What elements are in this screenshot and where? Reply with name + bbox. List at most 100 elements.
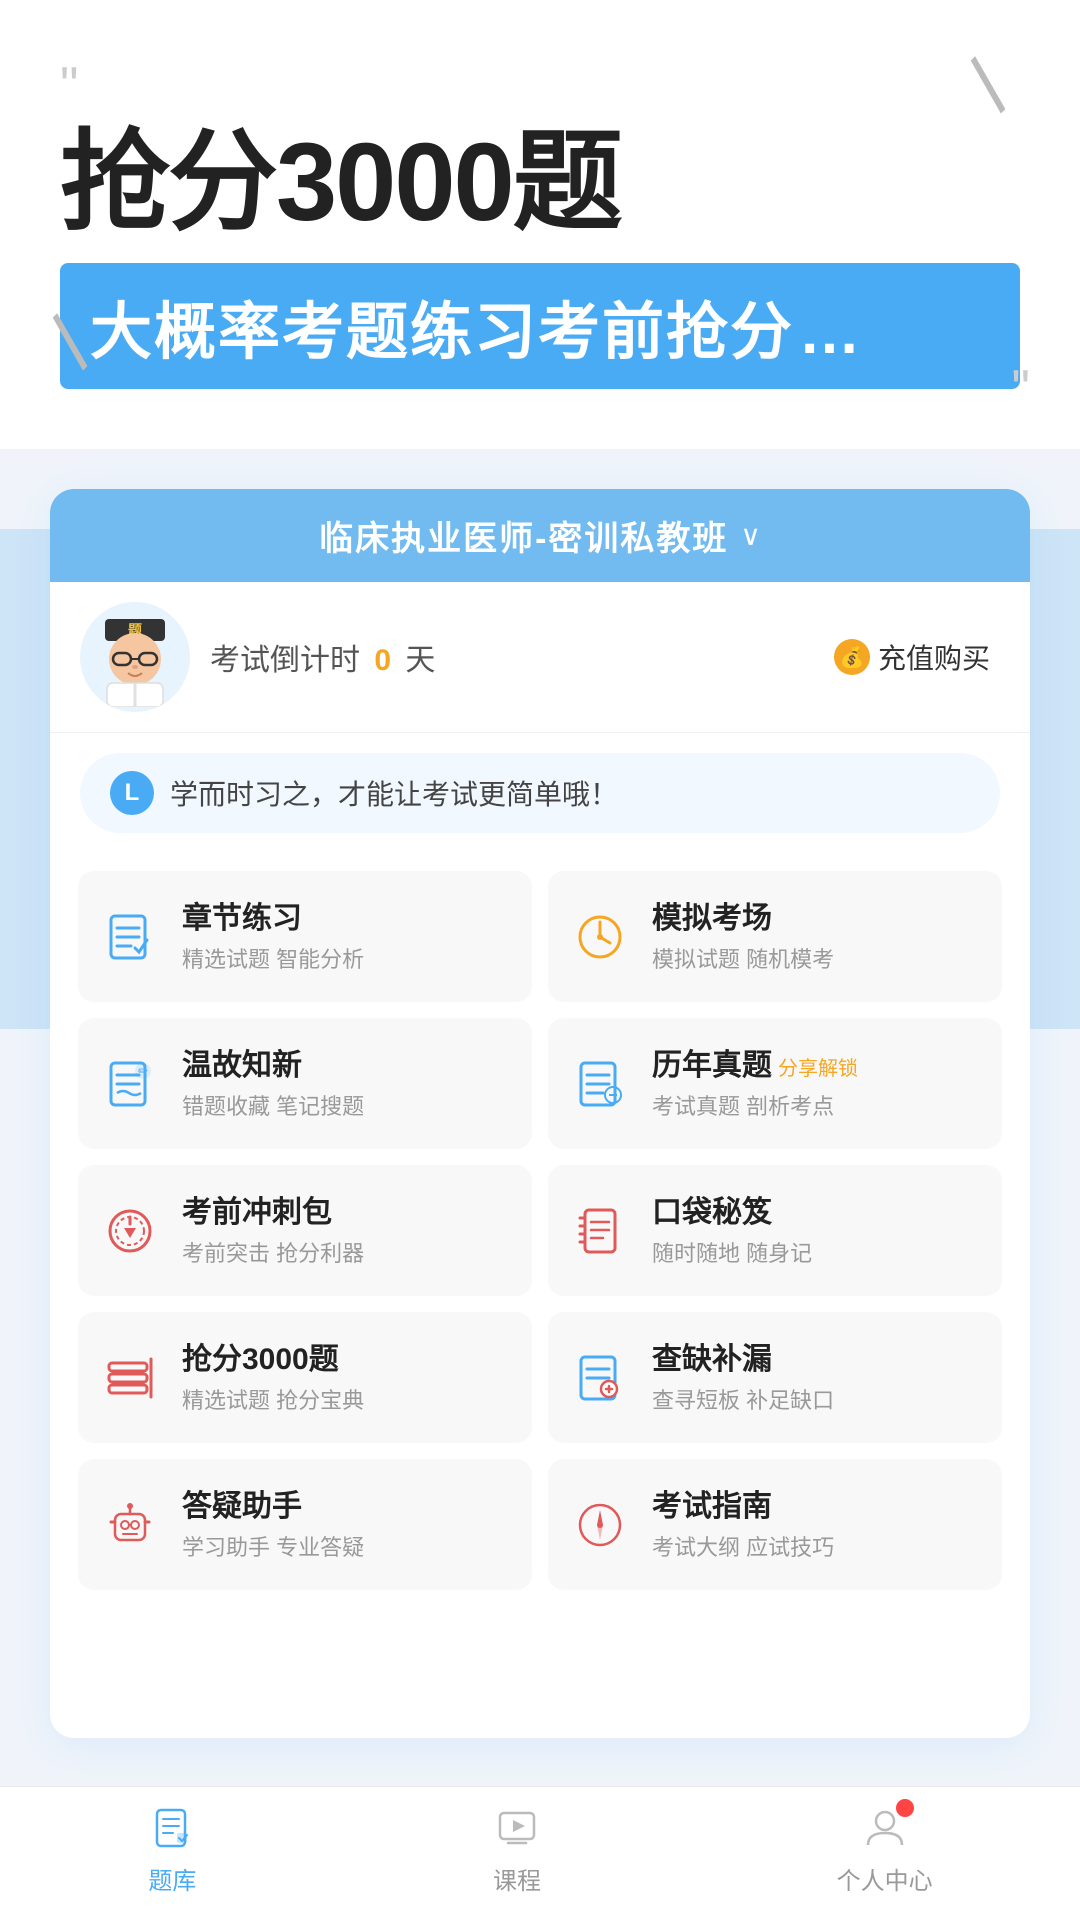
chapter-practice-icon — [103, 910, 157, 964]
mock-icon-wrap — [568, 905, 632, 969]
gaps-icon-wrap — [568, 1346, 632, 1410]
quote-bottom-icon: " — [1012, 359, 1030, 419]
history-exam-icon — [573, 1057, 627, 1111]
menu-item-qa[interactable]: 答疑助手 学习助手 专业答疑 — [78, 1459, 532, 1590]
review-icon-wrap: ✏ — [98, 1052, 162, 1116]
mock-desc: 模拟试题 随机模考 — [652, 942, 834, 974]
sprint-title: 考前冲刺包 — [182, 1193, 364, 1232]
guide-text: 考试指南 考试大纲 应试技巧 — [652, 1487, 834, 1562]
menu-item-sprint[interactable]: 考前冲刺包 考前突击 抢分利器 — [78, 1165, 532, 1296]
sprint-pack-icon — [103, 1204, 157, 1258]
profile-icon — [860, 1803, 910, 1853]
mock-exam-icon — [573, 910, 627, 964]
menu-item-pocket[interactable]: 口袋秘笈 随时随地 随身记 — [548, 1165, 1002, 1296]
grab3000-desc: 精选试题 抢分宝典 — [182, 1383, 364, 1415]
chapter-text: 章节练习 精选试题 智能分析 — [182, 899, 364, 974]
sprint-text: 考前冲刺包 考前突击 抢分利器 — [182, 1193, 364, 1268]
exam-guide-icon — [573, 1498, 627, 1552]
hero-subtitle-text: 大概率考题练习考前抢分 — [90, 298, 794, 367]
menu-item-gaps[interactable]: 查缺补漏 查寻短板 补足缺口 — [548, 1312, 1002, 1443]
recharge-label: 充值购买 — [878, 637, 990, 677]
qa-text: 答疑助手 学习助手 专业答疑 — [182, 1487, 364, 1562]
avatar: 题 — [80, 602, 190, 712]
menu-item-guide[interactable]: 考试指南 考试大纲 应试技巧 — [548, 1459, 1002, 1590]
chapter-desc: 精选试题 智能分析 — [182, 942, 364, 974]
menu-item-grab3000[interactable]: 抢分3000题 精选试题 抢分宝典 — [78, 1312, 532, 1443]
history-desc: 考试真题 剖析考点 — [652, 1089, 858, 1121]
avatar-image: 题 — [80, 602, 190, 712]
notice-text: 学而时习之，才能让考试更简单哦！ — [170, 773, 618, 813]
course-nav-label: 课程 — [493, 1861, 541, 1896]
gaps-desc: 查寻短板 补足缺口 — [652, 1383, 834, 1415]
course-svg — [494, 1805, 540, 1851]
recharge-icon: 💰 — [834, 639, 870, 675]
history-title: 历年真题分享解锁 — [652, 1046, 858, 1085]
menu-item-review[interactable]: ✏ 温故知新 错题收藏 笔记搜题 — [78, 1018, 532, 1149]
countdown-number: 0 — [374, 644, 391, 677]
guide-desc: 考试大纲 应试技巧 — [652, 1530, 834, 1562]
review-desc: 错题收藏 笔记搜题 — [182, 1089, 364, 1121]
svg-text:✏: ✏ — [138, 1064, 148, 1078]
pocket-title: 口袋秘笈 — [652, 1193, 812, 1232]
hero-section: " 抢分3000题 大概率考题练习考前抢分 … / / " — [0, 0, 1080, 449]
question-bank-icon — [147, 1803, 197, 1853]
mock-title: 模拟考场 — [652, 899, 834, 938]
history-icon-wrap — [568, 1052, 632, 1116]
hero-subtitle-ellipsis: … — [798, 298, 862, 367]
hero-title: 抢分3000题 — [60, 122, 1020, 243]
guide-icon-wrap — [568, 1493, 632, 1557]
pocket-text: 口袋秘笈 随时随地 随身记 — [652, 1193, 812, 1268]
notice-bar: L 学而时习之，才能让考试更简单哦！ — [80, 753, 1000, 833]
sprint-desc: 考前突击 抢分利器 — [182, 1236, 364, 1268]
pocket-icon-wrap — [568, 1199, 632, 1263]
mock-text: 模拟考场 模拟试题 随机模考 — [652, 899, 834, 974]
notice-icon: L — [110, 771, 154, 815]
guide-title: 考试指南 — [652, 1487, 834, 1526]
main-wrap: 临床执业医师-密训私教班 ∨ 题 — [0, 449, 1080, 1738]
grab3000-text: 抢分3000题 精选试题 抢分宝典 — [182, 1340, 364, 1415]
question-nav-label: 题库 — [148, 1861, 196, 1896]
nav-item-course[interactable]: 课程 — [432, 1803, 602, 1896]
profile-nav-label: 个人中心 — [837, 1861, 933, 1896]
sprint-icon-wrap — [98, 1199, 162, 1263]
fill-gaps-icon — [573, 1351, 627, 1405]
quote-top-icon: " — [60, 60, 1020, 112]
nav-item-profile[interactable]: 个人中心 — [777, 1803, 993, 1896]
grab3000-icon-wrap — [98, 1346, 162, 1410]
unlock-badge: 分享解锁 — [778, 1058, 858, 1080]
menu-item-history[interactable]: 历年真题分享解锁 考试真题 剖析考点 — [548, 1018, 1002, 1149]
question-bank-svg — [149, 1805, 195, 1851]
bottom-nav: 题库 课程 个人中心 — [0, 1786, 1080, 1920]
menu-grid: 章节练习 精选试题 智能分析 模拟考场 模拟试题 随机模考 — [50, 853, 1030, 1618]
gaps-title: 查缺补漏 — [652, 1340, 834, 1379]
profile-badge — [896, 1799, 914, 1817]
pocket-desc: 随时随地 随身记 — [652, 1236, 812, 1268]
bottom-spacer — [50, 1618, 1030, 1738]
review-text: 温故知新 错题收藏 笔记搜题 — [182, 1046, 364, 1121]
user-row: 题 — [50, 582, 1030, 733]
qa-desc: 学习助手 专业答疑 — [182, 1530, 364, 1562]
review-title: 温故知新 — [182, 1046, 364, 1085]
chapter-icon-wrap — [98, 905, 162, 969]
card-header[interactable]: 临床执业医师-密训私教班 ∨ — [50, 489, 1030, 582]
grab3000-title: 抢分3000题 — [182, 1340, 364, 1379]
chapter-title: 章节练习 — [182, 899, 364, 938]
doctor-avatar-svg: 题 — [85, 607, 185, 707]
grab3000-icon — [103, 1351, 157, 1405]
pocket-notes-icon — [573, 1204, 627, 1258]
menu-item-chapter[interactable]: 章节练习 精选试题 智能分析 — [78, 871, 532, 1002]
nav-item-question[interactable]: 题库 — [87, 1803, 257, 1896]
history-text: 历年真题分享解锁 考试真题 剖析考点 — [652, 1046, 858, 1121]
countdown-text: 考试倒计时 0 天 — [210, 635, 834, 679]
qa-icon-wrap — [98, 1493, 162, 1557]
qa-title: 答疑助手 — [182, 1487, 364, 1526]
gaps-text: 查缺补漏 查寻短板 补足缺口 — [652, 1340, 834, 1415]
recharge-button[interactable]: 💰 充值购买 — [834, 637, 990, 677]
hero-subtitle-bar: 大概率考题练习考前抢分 … — [60, 263, 1020, 389]
review-icon: ✏ — [103, 1057, 157, 1111]
menu-item-mock[interactable]: 模拟考场 模拟试题 随机模考 — [548, 871, 1002, 1002]
main-card: 临床执业医师-密训私教班 ∨ 题 — [50, 489, 1030, 1738]
course-icon — [492, 1803, 542, 1853]
countdown-area: 考试倒计时 0 天 — [210, 635, 834, 679]
dropdown-icon: ∨ — [740, 519, 761, 552]
